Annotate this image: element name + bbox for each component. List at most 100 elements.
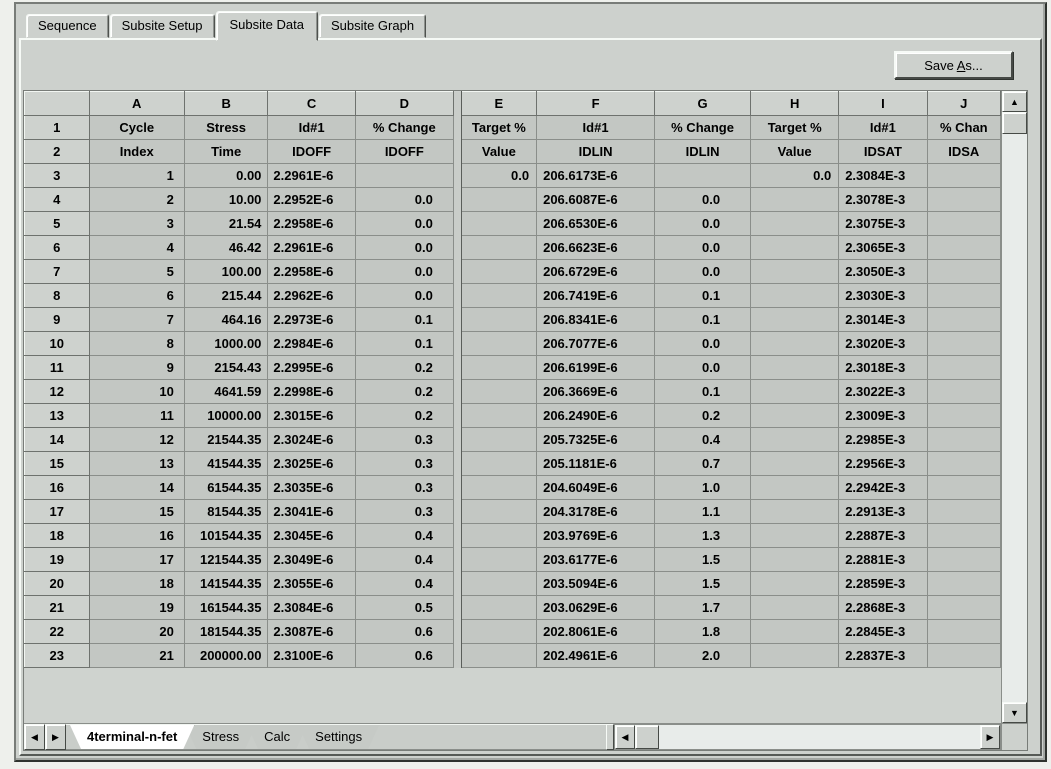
row-header-18[interactable]: 18 [25, 524, 90, 548]
cell-C8[interactable]: 2.2962E-6 [268, 284, 355, 308]
cell-D9[interactable]: 0.1 [355, 308, 453, 332]
cell-G5[interactable]: 0.0 [655, 212, 751, 236]
horizontal-scroll-thumb[interactable] [635, 725, 659, 749]
cell-G16[interactable]: 1.0 [655, 476, 751, 500]
cell-J20[interactable] [927, 572, 1000, 596]
row-header-7[interactable]: 7 [25, 260, 90, 284]
cell-I13[interactable]: 2.3009E-3 [839, 404, 927, 428]
cell-B19[interactable]: 121544.35 [184, 548, 268, 572]
cell-J6[interactable] [927, 236, 1000, 260]
cell-A4[interactable]: 2 [89, 188, 184, 212]
cell-B12[interactable]: 4641.59 [184, 380, 268, 404]
cell-H21[interactable] [751, 596, 839, 620]
cell-I14[interactable]: 2.2985E-3 [839, 428, 927, 452]
row-header-6[interactable]: 6 [25, 236, 90, 260]
cell-F12[interactable]: 206.3669E-6 [537, 380, 655, 404]
sheet-tab-prev-icon[interactable]: ◀ [24, 724, 45, 750]
cell-D4[interactable]: 0.0 [355, 188, 453, 212]
tab-scroll-splitter[interactable] [606, 724, 614, 750]
cell-C19[interactable]: 2.3049E-6 [268, 548, 355, 572]
cell-J13[interactable] [927, 404, 1000, 428]
cell-E5[interactable] [461, 212, 536, 236]
cell-E16[interactable] [461, 476, 536, 500]
cell-G20[interactable]: 1.5 [655, 572, 751, 596]
cell-H14[interactable] [751, 428, 839, 452]
cell-D18[interactable]: 0.4 [355, 524, 453, 548]
cell-B10[interactable]: 1000.00 [184, 332, 268, 356]
row-header-23[interactable]: 23 [25, 644, 90, 668]
cell-A16[interactable]: 14 [89, 476, 184, 500]
column-header-C[interactable]: C [268, 92, 355, 116]
cell-I15[interactable]: 2.2956E-3 [839, 452, 927, 476]
cell-F15[interactable]: 205.1181E-6 [537, 452, 655, 476]
cell-B18[interactable]: 101544.35 [184, 524, 268, 548]
row-header-22[interactable]: 22 [25, 620, 90, 644]
cell-C9[interactable]: 2.2973E-6 [268, 308, 355, 332]
cell-F22[interactable]: 202.8061E-6 [537, 620, 655, 644]
cell-I18[interactable]: 2.2887E-3 [839, 524, 927, 548]
cell-E12[interactable] [461, 380, 536, 404]
vertical-scroll-track[interactable] [1002, 134, 1027, 702]
cell-A20[interactable]: 18 [89, 572, 184, 596]
cell-D13[interactable]: 0.2 [355, 404, 453, 428]
cell-C23[interactable]: 2.3100E-6 [268, 644, 355, 668]
cell-A19[interactable]: 17 [89, 548, 184, 572]
cell-B20[interactable]: 141544.35 [184, 572, 268, 596]
cell-G23[interactable]: 2.0 [655, 644, 751, 668]
cell-F10[interactable]: 206.7077E-6 [537, 332, 655, 356]
cell-C22[interactable]: 2.3087E-6 [268, 620, 355, 644]
cell-G14[interactable]: 0.4 [655, 428, 751, 452]
cell-G4[interactable]: 0.0 [655, 188, 751, 212]
cell-B2[interactable]: Time [184, 140, 268, 164]
cell-H11[interactable] [751, 356, 839, 380]
cell-E11[interactable] [461, 356, 536, 380]
cell-D22[interactable]: 0.6 [355, 620, 453, 644]
row-header-8[interactable]: 8 [25, 284, 90, 308]
cell-D2[interactable]: IDOFF [355, 140, 453, 164]
cell-D15[interactable]: 0.3 [355, 452, 453, 476]
row-header-9[interactable]: 9 [25, 308, 90, 332]
cell-E20[interactable] [461, 572, 536, 596]
select-all-corner[interactable] [25, 92, 90, 116]
cell-I6[interactable]: 2.3065E-3 [839, 236, 927, 260]
cell-C20[interactable]: 2.3055E-6 [268, 572, 355, 596]
column-header-I[interactable]: I [839, 92, 927, 116]
cell-H5[interactable] [751, 212, 839, 236]
cell-I22[interactable]: 2.2845E-3 [839, 620, 927, 644]
cell-D20[interactable]: 0.4 [355, 572, 453, 596]
cell-G1[interactable]: % Change [655, 116, 751, 140]
cell-J10[interactable] [927, 332, 1000, 356]
cell-B16[interactable]: 61544.35 [184, 476, 268, 500]
row-header-10[interactable]: 10 [25, 332, 90, 356]
cell-J17[interactable] [927, 500, 1000, 524]
cell-E1[interactable]: Target % [461, 116, 536, 140]
cell-F9[interactable]: 206.8341E-6 [537, 308, 655, 332]
cell-J1[interactable]: % Chan [927, 116, 1000, 140]
row-header-11[interactable]: 11 [25, 356, 90, 380]
column-header-G[interactable]: G [655, 92, 751, 116]
cell-A21[interactable]: 19 [89, 596, 184, 620]
cell-F23[interactable]: 202.4961E-6 [537, 644, 655, 668]
cell-J19[interactable] [927, 548, 1000, 572]
cell-B11[interactable]: 2154.43 [184, 356, 268, 380]
cell-I10[interactable]: 2.3020E-3 [839, 332, 927, 356]
cell-H13[interactable] [751, 404, 839, 428]
cell-F5[interactable]: 206.6530E-6 [537, 212, 655, 236]
column-header-J[interactable]: J [927, 92, 1000, 116]
cell-F1[interactable]: Id#1 [537, 116, 655, 140]
cell-G6[interactable]: 0.0 [655, 236, 751, 260]
cell-H7[interactable] [751, 260, 839, 284]
row-header-13[interactable]: 13 [25, 404, 90, 428]
cell-E17[interactable] [461, 500, 536, 524]
cell-H23[interactable] [751, 644, 839, 668]
cell-A23[interactable]: 21 [89, 644, 184, 668]
cell-B23[interactable]: 200000.00 [184, 644, 268, 668]
cell-H9[interactable] [751, 308, 839, 332]
row-header-15[interactable]: 15 [25, 452, 90, 476]
cell-F13[interactable]: 206.2490E-6 [537, 404, 655, 428]
cell-F11[interactable]: 206.6199E-6 [537, 356, 655, 380]
row-header-12[interactable]: 12 [25, 380, 90, 404]
cell-A15[interactable]: 13 [89, 452, 184, 476]
row-header-4[interactable]: 4 [25, 188, 90, 212]
column-header-A[interactable]: A [89, 92, 184, 116]
